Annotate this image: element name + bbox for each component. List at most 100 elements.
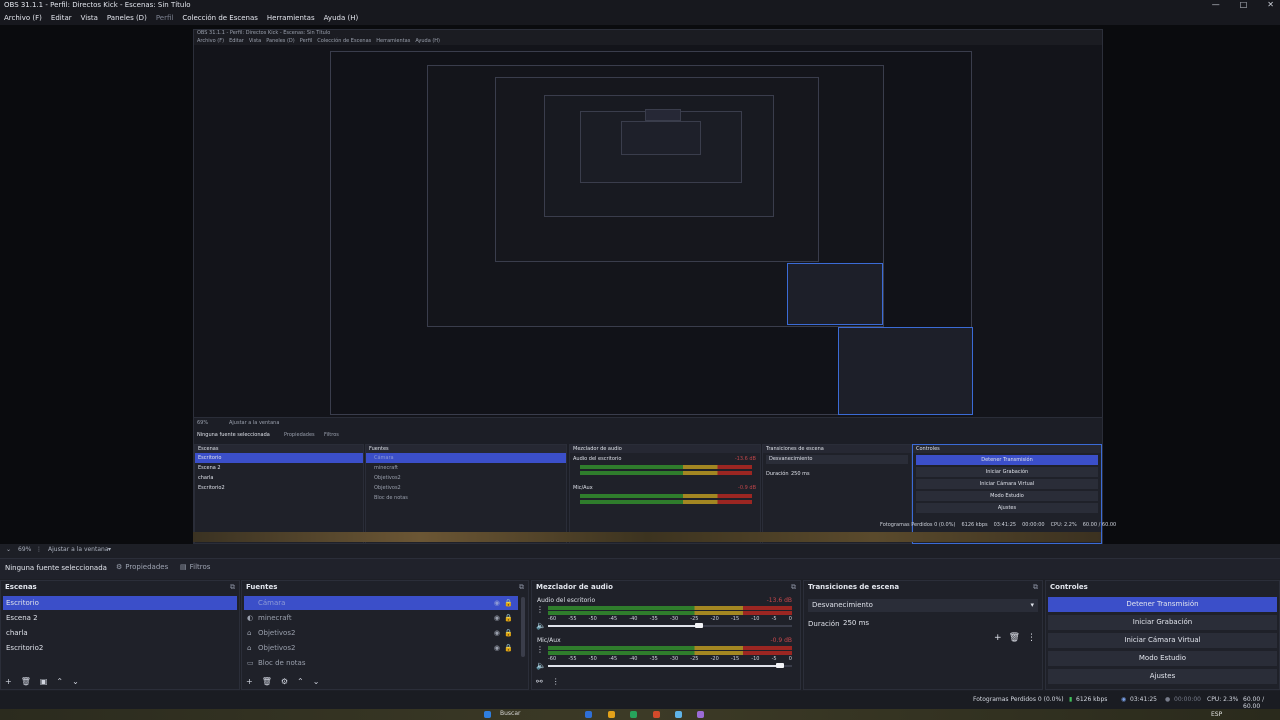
filters-button[interactable]: ▤ Filtros <box>180 563 210 571</box>
properties-button[interactable]: ⚙ Propiedades <box>116 563 168 571</box>
scale-tick: -30 <box>669 616 679 622</box>
scrollbar[interactable] <box>521 597 525 657</box>
scale-tick: -60 <box>548 616 557 622</box>
search-box[interactable]: Buscar <box>500 710 521 717</box>
more-icon[interactable]: ⋮ <box>36 546 42 553</box>
language-indicator[interactable]: ESP <box>1211 711 1222 718</box>
menu-scene-collection[interactable]: Colección de Escenas <box>178 12 263 25</box>
fit-to-window[interactable]: Ajustar a la ventana <box>48 546 109 553</box>
studio-mode-button[interactable]: Modo Estudio <box>1048 651 1277 666</box>
nested-channel-name: Mic/Aux <box>573 485 593 491</box>
lock-icon[interactable]: 🔒 <box>504 626 513 640</box>
menu-profile[interactable]: Perfil <box>152 12 179 25</box>
sources-title: Fuentes <box>246 583 278 591</box>
lock-icon[interactable]: 🔒 <box>504 641 513 655</box>
volume-knob[interactable] <box>776 663 784 668</box>
link-icon[interactable]: ⚯ <box>536 677 543 686</box>
volume-knob[interactable] <box>695 623 703 628</box>
nested-title: OBS 31.1.1 - Perfil: Directos Kick - Esc… <box>194 30 1102 37</box>
arrow-up-icon[interactable]: ⌃ <box>56 677 63 686</box>
transitions-dock: Transiciones de escena ⧉ Desvanecimiento… <box>803 580 1043 690</box>
gear-icon[interactable]: ⚙ <box>281 677 288 686</box>
menu-edit[interactable]: Editar <box>47 12 77 25</box>
start-recording-button[interactable]: Iniciar Grabación <box>1048 615 1277 630</box>
chevron-down-icon[interactable]: ⌄ <box>6 546 11 553</box>
more-icon[interactable]: ⋮ <box>552 677 560 686</box>
taskbar-app-icon[interactable] <box>653 711 660 718</box>
menu-help[interactable]: Ayuda (H) <box>320 12 364 25</box>
maximize-icon[interactable]: □ <box>1240 0 1248 9</box>
arrow-down-icon[interactable]: ⌄ <box>313 677 320 686</box>
lock-icon[interactable]: 🔒 <box>504 611 513 625</box>
source-item[interactable]: ◐ minecraft ◉ 🔒 <box>244 611 518 625</box>
dock-float-icon[interactable]: ⧉ <box>519 583 524 592</box>
mixer-toolbar: ⚯ ⋮ <box>536 677 560 686</box>
arrow-down-icon[interactable]: ⌄ <box>72 677 79 686</box>
more-icon[interactable]: ⋮ <box>536 645 544 654</box>
scene-item[interactable]: charla <box>3 626 237 640</box>
scene-item[interactable]: Escena 2 <box>3 611 237 625</box>
nested-filters: Filtros <box>324 432 339 438</box>
menu-file[interactable]: Archivo (F) <box>0 12 47 25</box>
eye-icon[interactable]: ◉ <box>494 611 500 625</box>
controls-dock: Controles Detener Transmisión Iniciar Gr… <box>1045 580 1280 690</box>
source-label: Bloc de notas <box>258 659 306 667</box>
taskbar-app-icon[interactable] <box>630 711 637 718</box>
zoom-level[interactable]: 69% <box>18 546 31 553</box>
stop-streaming-button[interactable]: Detener Transmisión <box>1048 597 1277 612</box>
taskbar-app-icon[interactable] <box>675 711 682 718</box>
minimize-icon[interactable]: — <box>1212 0 1220 9</box>
nested-scene: Escritorio <box>195 453 363 463</box>
scene-item[interactable]: Escritorio2 <box>3 641 237 655</box>
start-virtual-camera-button[interactable]: Iniciar Cámara Virtual <box>1048 633 1277 648</box>
filter-icon[interactable]: ▣ <box>40 677 48 686</box>
controls-title: Controles <box>1050 583 1088 591</box>
nested-source: minecraft <box>374 465 399 471</box>
scene-item[interactable]: Escritorio <box>3 596 237 610</box>
speaker-icon[interactable]: 🔈 <box>536 661 546 670</box>
gear-icon: ⚙ <box>116 563 123 571</box>
close-icon[interactable]: ✕ <box>1267 0 1274 9</box>
taskbar-app-icon[interactable] <box>608 711 615 718</box>
taskbar-app-icon[interactable] <box>697 711 704 718</box>
channel-db: -0.9 dB <box>770 637 792 644</box>
eye-icon[interactable]: ◉ <box>494 626 500 640</box>
more-icon[interactable]: ⋮ <box>1027 633 1036 643</box>
trash-icon[interactable]: 🗑 <box>1009 633 1020 643</box>
transition-select[interactable]: Desvanecimiento ▾ <box>808 599 1038 612</box>
source-item[interactable]: ⌂ Objetivos2 ◉ 🔒 <box>244 626 518 640</box>
arrow-up-icon[interactable]: ⌃ <box>297 677 304 686</box>
settings-button[interactable]: Ajustes <box>1048 669 1277 684</box>
menu-view[interactable]: Vista <box>77 12 103 25</box>
nested-controls-dock: Controles Detener Transmisión Iniciar Gr… <box>912 444 1102 544</box>
menu-tools[interactable]: Herramientas <box>263 12 320 25</box>
trash-icon[interactable]: 🗑 <box>262 677 272 686</box>
add-icon[interactable]: + <box>994 633 1002 643</box>
preview-canvas[interactable]: OBS 31.1.1 - Perfil: Directos Kick - Esc… <box>0 25 1280 544</box>
lock-icon[interactable]: 🔒 <box>504 596 513 610</box>
dock-float-icon[interactable]: ⧉ <box>791 583 796 592</box>
source-item[interactable]: ⌂ Objetivos2 ◉ 🔒 <box>244 641 518 655</box>
nested-menu-file: Archivo (F) <box>197 38 225 44</box>
eye-icon[interactable]: ◉ <box>494 596 500 610</box>
add-icon[interactable]: + <box>246 677 253 686</box>
nested-rec: 00:00:00 <box>1022 522 1045 528</box>
add-icon[interactable]: + <box>5 677 12 686</box>
scale-tick: -25 <box>690 656 699 662</box>
more-icon[interactable]: ⋮ <box>536 605 544 614</box>
source-item[interactable]: Cámara ◉ 🔒 <box>244 596 518 610</box>
eye-icon[interactable]: ◉ <box>494 641 500 655</box>
trash-icon[interactable]: 🗑 <box>21 677 31 686</box>
start-icon[interactable] <box>484 711 491 718</box>
source-item[interactable]: ▭ Bloc de notas <box>244 656 518 670</box>
taskbar: Buscar ESP <box>0 709 1280 720</box>
taskbar-app-icon[interactable] <box>585 711 592 718</box>
scenes-dock: Escenas ⧉ Escritorio Escena 2 charla Esc… <box>0 580 240 690</box>
speaker-icon[interactable]: 🔈 <box>536 621 546 630</box>
dock-float-icon[interactable]: ⧉ <box>230 583 235 592</box>
transition-value: Desvanecimiento <box>812 601 873 609</box>
dock-float-icon[interactable]: ⧉ <box>1033 583 1038 592</box>
duration-input[interactable]: 250 ms <box>840 617 1039 630</box>
dropdown-icon[interactable]: ▾ <box>108 546 111 553</box>
menu-docks[interactable]: Paneles (D) <box>103 12 152 25</box>
